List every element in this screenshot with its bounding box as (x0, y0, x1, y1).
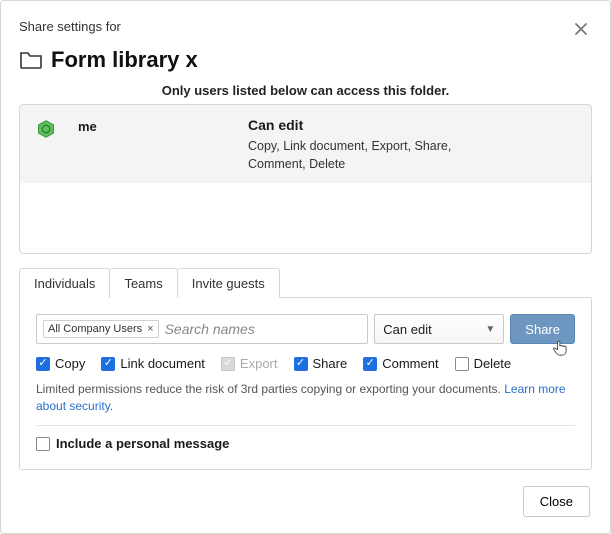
checkbox-delete[interactable]: Delete (455, 356, 512, 371)
checkbox-share[interactable]: ✓ Share (294, 356, 348, 371)
personal-message-label: Include a personal message (56, 436, 229, 451)
checkbox-icon: ✓ (221, 357, 235, 371)
checkbox-comment[interactable]: ✓ Comment (363, 356, 438, 371)
tab-invite-guests[interactable]: Invite guests (177, 268, 280, 298)
period: . (110, 399, 113, 413)
pretitle: Share settings for (19, 19, 121, 34)
permission-select-value: Can edit (383, 322, 431, 337)
chevron-down-icon: ▼ (485, 324, 495, 335)
cursor-icon (552, 339, 568, 357)
tab-teams[interactable]: Teams (109, 268, 177, 298)
tab-body: All Company Users × Can edit ▼ Share (19, 297, 592, 470)
search-row: All Company Users × Can edit ▼ Share (36, 314, 575, 344)
close-icon[interactable] (570, 19, 592, 41)
user-perm-title: Can edit (248, 117, 577, 133)
permission-select[interactable]: Can edit ▼ (374, 314, 504, 344)
helper-text-body: Limited permissions reduce the risk of 3… (36, 382, 504, 396)
checkbox-export: ✓ Export (221, 356, 278, 371)
tabs-region: Individuals Teams Invite guests All Comp… (19, 268, 592, 470)
checkbox-label: Link document (120, 356, 205, 371)
checkbox-icon (455, 357, 469, 371)
chip-remove-icon[interactable]: × (147, 323, 153, 335)
checkbox-label: Comment (382, 356, 438, 371)
checkbox-label: Delete (474, 356, 512, 371)
share-button-label: Share (525, 322, 560, 337)
tab-individuals[interactable]: Individuals (19, 268, 110, 298)
avatar (34, 117, 58, 173)
page-title: Form library x (51, 47, 198, 73)
share-button[interactable]: Share (510, 314, 575, 344)
user-permission: Can edit Copy, Link document, Export, Sh… (248, 117, 577, 173)
checkbox-label: Share (313, 356, 348, 371)
checkbox-link-document[interactable]: ✓ Link document (101, 356, 205, 371)
access-subtitle: Only users listed below can access this … (19, 83, 592, 98)
dialog-header: Share settings for (19, 19, 592, 41)
user-row: me Can edit Copy, Link document, Export,… (20, 105, 591, 183)
chip-label: All Company Users (48, 323, 142, 335)
divider (36, 425, 575, 426)
title-row: Form library x (19, 47, 592, 73)
checkbox-copy[interactable]: ✓ Copy (36, 356, 85, 371)
user-perm-detail: Copy, Link document, Export, Share, Comm… (248, 137, 508, 173)
search-box[interactable]: All Company Users × (36, 314, 368, 344)
checkbox-icon (36, 437, 50, 451)
close-button[interactable]: Close (523, 486, 590, 517)
checkbox-icon: ✓ (294, 357, 308, 371)
checkbox-icon: ✓ (36, 357, 50, 371)
permission-checkboxes: ✓ Copy ✓ Link document ✓ Export ✓ Share … (36, 356, 575, 371)
checkbox-icon: ✓ (363, 357, 377, 371)
folder-icon (19, 49, 43, 72)
users-panel: me Can edit Copy, Link document, Export,… (19, 104, 592, 254)
tabs: Individuals Teams Invite guests (19, 268, 592, 298)
share-dialog: Share settings for Form library x Only u… (0, 0, 611, 534)
search-input[interactable] (159, 317, 362, 341)
checkbox-icon: ✓ (101, 357, 115, 371)
checkbox-label: Export (240, 356, 278, 371)
helper-text: Limited permissions reduce the risk of 3… (36, 381, 575, 415)
include-personal-message[interactable]: Include a personal message (36, 436, 575, 451)
dialog-footer: Close (19, 486, 590, 517)
chip-all-company-users[interactable]: All Company Users × (43, 320, 159, 338)
checkbox-label: Copy (55, 356, 85, 371)
user-name: me (78, 117, 228, 173)
